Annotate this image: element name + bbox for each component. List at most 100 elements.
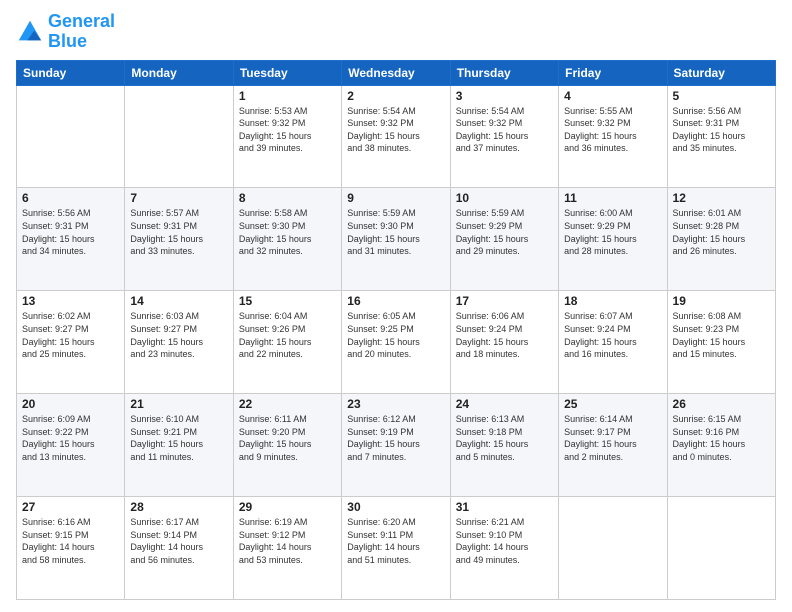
- day-info: Sunrise: 6:20 AM Sunset: 9:11 PM Dayligh…: [347, 516, 444, 566]
- week-row-2: 6Sunrise: 5:56 AM Sunset: 9:31 PM Daylig…: [17, 188, 776, 291]
- day-info: Sunrise: 6:12 AM Sunset: 9:19 PM Dayligh…: [347, 413, 444, 463]
- day-number: 5: [673, 89, 770, 103]
- header: General Blue: [16, 12, 776, 52]
- calendar-cell: 21 Sunrise: 6:10 AM Sunset: 9:21 PM Dayli…: [125, 394, 233, 497]
- day-info: Sunrise: 5:59 AM Sunset: 9:29 PM Dayligh…: [456, 207, 553, 257]
- calendar-cell: 18 Sunrise: 6:07 AM Sunset: 9:24 PM Dayli…: [559, 291, 667, 394]
- day-number: 28: [130, 500, 227, 514]
- day-info: Sunrise: 5:53 AM Sunset: 9:32 PM Dayligh…: [239, 105, 336, 155]
- day-number: 21: [130, 397, 227, 411]
- week-row-5: 27 Sunrise: 6:16 AM Sunset: 9:15 PM Dayli…: [17, 497, 776, 600]
- day-info: Sunrise: 5:57 AM Sunset: 9:31 PM Dayligh…: [130, 207, 227, 257]
- day-info: Sunrise: 6:14 AM Sunset: 9:17 PM Dayligh…: [564, 413, 661, 463]
- week-row-4: 20Sunrise: 6:09 AM Sunset: 9:22 PM Dayli…: [17, 394, 776, 497]
- day-number: 23: [347, 397, 444, 411]
- calendar-table: SundayMondayTuesdayWednesdayThursdayFrid…: [16, 60, 776, 600]
- day-number: 13: [22, 294, 119, 308]
- calendar-cell: 1 Sunrise: 5:53 AM Sunset: 9:32 PM Daylig…: [233, 85, 341, 188]
- weekday-header-saturday: Saturday: [667, 60, 775, 85]
- calendar-cell: 5 Sunrise: 5:56 AM Sunset: 9:31 PM Daylig…: [667, 85, 775, 188]
- day-info: Sunrise: 5:58 AM Sunset: 9:30 PM Dayligh…: [239, 207, 336, 257]
- weekday-header-friday: Friday: [559, 60, 667, 85]
- calendar-cell: 14 Sunrise: 6:03 AM Sunset: 9:27 PM Dayli…: [125, 291, 233, 394]
- calendar-cell: 25 Sunrise: 6:14 AM Sunset: 9:17 PM Dayli…: [559, 394, 667, 497]
- day-number: 11: [564, 191, 661, 205]
- weekday-header-thursday: Thursday: [450, 60, 558, 85]
- day-info: Sunrise: 6:11 AM Sunset: 9:20 PM Dayligh…: [239, 413, 336, 463]
- day-number: 20: [22, 397, 119, 411]
- day-number: 25: [564, 397, 661, 411]
- day-info: Sunrise: 5:59 AM Sunset: 9:30 PM Dayligh…: [347, 207, 444, 257]
- calendar-cell: 11Sunrise: 6:00 AM Sunset: 9:29 PM Dayli…: [559, 188, 667, 291]
- calendar-cell: [125, 85, 233, 188]
- calendar-cell: 16 Sunrise: 6:05 AM Sunset: 9:25 PM Dayli…: [342, 291, 450, 394]
- day-number: 1: [239, 89, 336, 103]
- day-info: Sunrise: 6:10 AM Sunset: 9:21 PM Dayligh…: [130, 413, 227, 463]
- day-number: 7: [130, 191, 227, 205]
- day-number: 19: [673, 294, 770, 308]
- calendar-cell: 23 Sunrise: 6:12 AM Sunset: 9:19 PM Dayli…: [342, 394, 450, 497]
- page: General Blue SundayMondayTuesdayWednesda…: [0, 0, 792, 612]
- day-number: 12: [673, 191, 770, 205]
- weekday-header-wednesday: Wednesday: [342, 60, 450, 85]
- calendar-cell: 29Sunrise: 6:19 AM Sunset: 9:12 PM Dayli…: [233, 497, 341, 600]
- logo-icon: [16, 18, 44, 46]
- calendar-cell: 28Sunrise: 6:17 AM Sunset: 9:14 PM Dayli…: [125, 497, 233, 600]
- calendar-cell: 22 Sunrise: 6:11 AM Sunset: 9:20 PM Dayli…: [233, 394, 341, 497]
- day-number: 6: [22, 191, 119, 205]
- day-info: Sunrise: 6:21 AM Sunset: 9:10 PM Dayligh…: [456, 516, 553, 566]
- day-info: Sunrise: 5:54 AM Sunset: 9:32 PM Dayligh…: [347, 105, 444, 155]
- day-info: Sunrise: 6:04 AM Sunset: 9:26 PM Dayligh…: [239, 310, 336, 360]
- calendar-cell: 15 Sunrise: 6:04 AM Sunset: 9:26 PM Dayli…: [233, 291, 341, 394]
- day-info: Sunrise: 5:54 AM Sunset: 9:32 PM Dayligh…: [456, 105, 553, 155]
- week-row-3: 13 Sunrise: 6:02 AM Sunset: 9:27 PM Dayli…: [17, 291, 776, 394]
- day-info: Sunrise: 6:03 AM Sunset: 9:27 PM Dayligh…: [130, 310, 227, 360]
- day-number: 2: [347, 89, 444, 103]
- day-number: 27: [22, 500, 119, 514]
- day-number: 14: [130, 294, 227, 308]
- weekday-header-tuesday: Tuesday: [233, 60, 341, 85]
- day-number: 26: [673, 397, 770, 411]
- calendar-cell: 26 Sunrise: 6:15 AM Sunset: 9:16 PM Dayli…: [667, 394, 775, 497]
- calendar-cell: 9 Sunrise: 5:59 AM Sunset: 9:30 PM Daylig…: [342, 188, 450, 291]
- day-number: 30: [347, 500, 444, 514]
- logo: General Blue: [16, 12, 115, 52]
- calendar-cell: 4Sunrise: 5:55 AM Sunset: 9:32 PM Daylig…: [559, 85, 667, 188]
- day-number: 9: [347, 191, 444, 205]
- calendar-cell: 30 Sunrise: 6:20 AM Sunset: 9:11 PM Dayli…: [342, 497, 450, 600]
- day-number: 31: [456, 500, 553, 514]
- calendar-cell: 20Sunrise: 6:09 AM Sunset: 9:22 PM Dayli…: [17, 394, 125, 497]
- logo-text: General Blue: [48, 12, 115, 52]
- calendar-cell: 6Sunrise: 5:56 AM Sunset: 9:31 PM Daylig…: [17, 188, 125, 291]
- day-number: 10: [456, 191, 553, 205]
- day-info: Sunrise: 6:13 AM Sunset: 9:18 PM Dayligh…: [456, 413, 553, 463]
- day-info: Sunrise: 5:56 AM Sunset: 9:31 PM Dayligh…: [673, 105, 770, 155]
- day-number: 18: [564, 294, 661, 308]
- day-number: 22: [239, 397, 336, 411]
- calendar-cell: 3 Sunrise: 5:54 AM Sunset: 9:32 PM Daylig…: [450, 85, 558, 188]
- day-info: Sunrise: 6:05 AM Sunset: 9:25 PM Dayligh…: [347, 310, 444, 360]
- week-row-1: 1 Sunrise: 5:53 AM Sunset: 9:32 PM Daylig…: [17, 85, 776, 188]
- day-info: Sunrise: 6:06 AM Sunset: 9:24 PM Dayligh…: [456, 310, 553, 360]
- weekday-header-monday: Monday: [125, 60, 233, 85]
- calendar-cell: 10 Sunrise: 5:59 AM Sunset: 9:29 PM Dayli…: [450, 188, 558, 291]
- day-number: 3: [456, 89, 553, 103]
- day-info: Sunrise: 6:15 AM Sunset: 9:16 PM Dayligh…: [673, 413, 770, 463]
- calendar-cell: [17, 85, 125, 188]
- calendar-cell: 12Sunrise: 6:01 AM Sunset: 9:28 PM Dayli…: [667, 188, 775, 291]
- calendar-cell: 13 Sunrise: 6:02 AM Sunset: 9:27 PM Dayli…: [17, 291, 125, 394]
- day-number: 15: [239, 294, 336, 308]
- day-info: Sunrise: 6:07 AM Sunset: 9:24 PM Dayligh…: [564, 310, 661, 360]
- day-number: 8: [239, 191, 336, 205]
- calendar-cell: 2 Sunrise: 5:54 AM Sunset: 9:32 PM Daylig…: [342, 85, 450, 188]
- day-number: 16: [347, 294, 444, 308]
- weekday-header-row: SundayMondayTuesdayWednesdayThursdayFrid…: [17, 60, 776, 85]
- calendar-cell: 27 Sunrise: 6:16 AM Sunset: 9:15 PM Dayli…: [17, 497, 125, 600]
- day-info: Sunrise: 6:16 AM Sunset: 9:15 PM Dayligh…: [22, 516, 119, 566]
- day-info: Sunrise: 6:02 AM Sunset: 9:27 PM Dayligh…: [22, 310, 119, 360]
- calendar-cell: 7 Sunrise: 5:57 AM Sunset: 9:31 PM Daylig…: [125, 188, 233, 291]
- day-info: Sunrise: 6:19 AM Sunset: 9:12 PM Dayligh…: [239, 516, 336, 566]
- day-number: 17: [456, 294, 553, 308]
- calendar-cell: 8 Sunrise: 5:58 AM Sunset: 9:30 PM Daylig…: [233, 188, 341, 291]
- day-number: 24: [456, 397, 553, 411]
